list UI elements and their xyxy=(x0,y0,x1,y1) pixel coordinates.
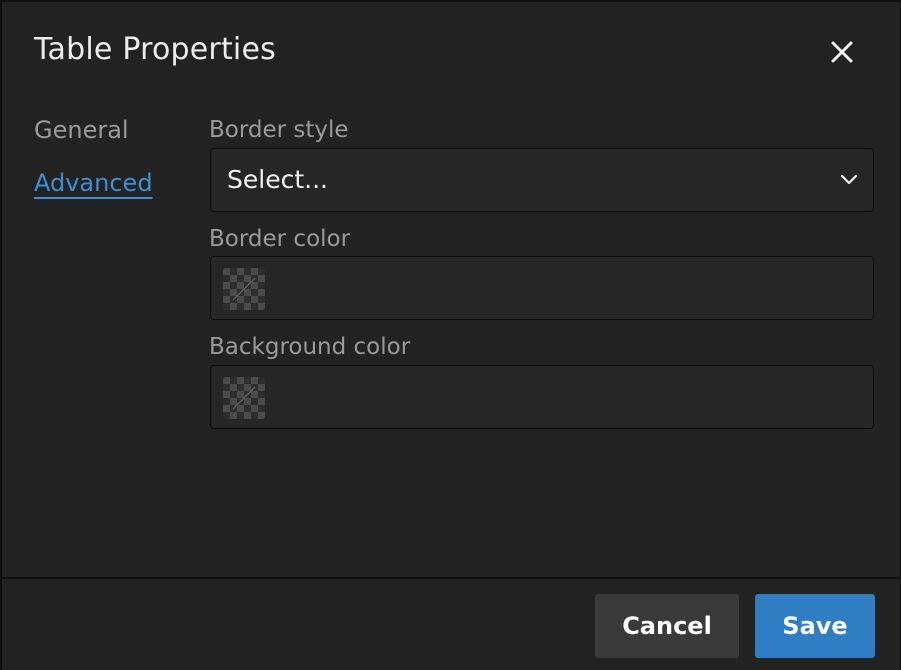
save-button[interactable]: Save xyxy=(755,594,875,658)
background-color-label: Background color xyxy=(209,334,411,360)
transparent-swatch-icon xyxy=(223,268,265,310)
tab-general[interactable]: General xyxy=(34,116,129,144)
tab-advanced[interactable]: Advanced xyxy=(34,169,153,197)
cancel-button[interactable]: Cancel xyxy=(595,594,739,658)
chevron-down-icon xyxy=(840,174,858,185)
border-style-select[interactable]: Select... xyxy=(210,148,874,212)
border-style-label: Border style xyxy=(209,117,349,143)
close-button[interactable] xyxy=(822,32,862,72)
transparent-swatch-icon xyxy=(223,377,265,419)
border-style-value: Select... xyxy=(227,165,328,194)
footer-divider xyxy=(2,577,901,579)
close-icon xyxy=(831,41,853,63)
border-color-label: Border color xyxy=(209,226,351,252)
border-color-picker[interactable] xyxy=(210,256,874,320)
background-color-picker[interactable] xyxy=(210,365,874,429)
dialog-title: Table Properties xyxy=(34,32,276,67)
table-properties-dialog: Table Properties General Advanced Border… xyxy=(0,0,901,670)
